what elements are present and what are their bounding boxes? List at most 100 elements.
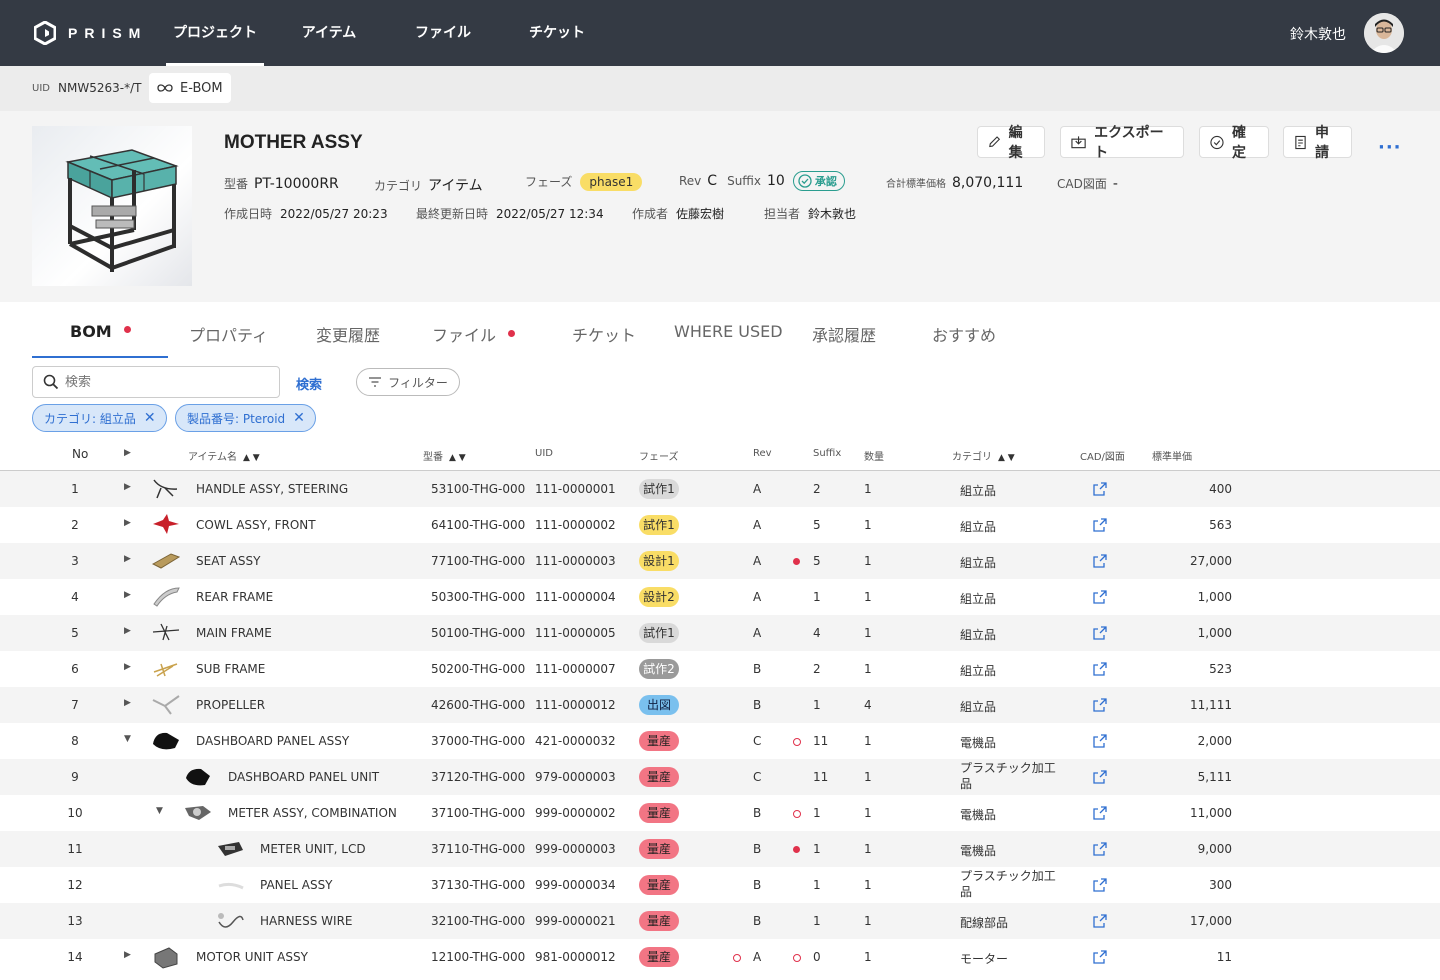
close-icon[interactable]: ✕: [144, 410, 156, 426]
item-name[interactable]: MAIN FRAME: [196, 626, 272, 640]
search-input[interactable]: [65, 374, 265, 390]
user-name[interactable]: 鈴木敦也: [1290, 24, 1346, 44]
part-thumbnail[interactable]: [151, 944, 181, 970]
part-thumbnail[interactable]: [151, 692, 181, 718]
chevron-right-icon[interactable]: ▶: [124, 590, 131, 600]
search-box[interactable]: [32, 366, 280, 398]
item-name[interactable]: HARNESS WIRE: [260, 914, 353, 928]
chevron-right-icon[interactable]: ▶: [124, 518, 131, 528]
item-name[interactable]: METER UNIT, LCD: [260, 842, 366, 856]
part-thumbnail[interactable]: [215, 836, 245, 862]
cad-link[interactable]: [1093, 877, 1107, 896]
avatar[interactable]: [1364, 13, 1404, 53]
item-name[interactable]: DASHBOARD PANEL ASSY: [196, 734, 349, 748]
item-name[interactable]: PANEL ASSY: [260, 878, 333, 892]
part-thumbnail[interactable]: [151, 476, 181, 502]
part-thumbnail[interactable]: [183, 764, 213, 790]
part-thumbnail[interactable]: [151, 656, 181, 682]
cad-link[interactable]: [1093, 553, 1107, 572]
tab-recommend[interactable]: おすすめ: [932, 322, 996, 346]
cad-link[interactable]: [1093, 697, 1107, 716]
chevron-right-icon[interactable]: ▶: [124, 698, 131, 708]
apply-button[interactable]: 申請: [1283, 125, 1352, 161]
item-name[interactable]: PROPELLER: [196, 698, 265, 712]
table-row[interactable]: 10 ▼ METER ASSY, COMBINATION 37100-THG-000 9…: [0, 795, 1440, 831]
cad-link[interactable]: [1093, 949, 1107, 968]
confirm-button[interactable]: 確定: [1199, 125, 1269, 161]
tab-change-history[interactable]: 変更履歴: [316, 322, 380, 346]
expand-all-icon[interactable]: ▶: [124, 448, 131, 458]
more-options-button[interactable]: ···: [1378, 137, 1402, 158]
chevron-down-icon[interactable]: ▼: [124, 734, 131, 744]
table-row[interactable]: 13 HARNESS WIRE 32100-THG-000 999-0000021 量産…: [0, 903, 1440, 939]
prism-logo[interactable]: PRISM: [34, 20, 147, 46]
table-row[interactable]: 2 ▶ COWL ASSY, FRONT 64100-THG-000 111-00000…: [0, 507, 1440, 543]
nav-files[interactable]: ファイル: [404, 0, 482, 66]
part-thumbnail[interactable]: [215, 872, 245, 898]
chevron-right-icon[interactable]: ▶: [124, 950, 131, 960]
cad-link[interactable]: [1093, 913, 1107, 932]
table-row[interactable]: 1 ▶ HANDLE ASSY, STEERING 53100-THG-000 111-…: [0, 471, 1440, 507]
edit-button[interactable]: 編集: [977, 125, 1045, 161]
uid-value[interactable]: NMW5263-*/T: [58, 81, 141, 95]
search-button[interactable]: 検索: [296, 374, 322, 393]
filter-button[interactable]: フィルター: [356, 368, 460, 396]
part-thumbnail[interactable]: [151, 620, 181, 646]
col-name[interactable]: アイテム名 ▲ ▼: [188, 448, 260, 463]
sort-icon[interactable]: ▲ ▼: [449, 453, 466, 463]
col-category[interactable]: カテゴリ ▲ ▼: [952, 448, 1015, 463]
close-icon[interactable]: ✕: [293, 410, 305, 426]
nav-item-items[interactable]: アイテム: [290, 0, 368, 66]
cad-link[interactable]: [1093, 589, 1107, 608]
table-row[interactable]: 6 ▶ SUB FRAME 50200-THG-000 111-0000007 試作2 B 2…: [0, 651, 1440, 687]
table-row[interactable]: 11 METER UNIT, LCD 37110-THG-000 999-000000…: [0, 831, 1440, 867]
tab-where-used[interactable]: WHERE USED: [674, 322, 783, 341]
sort-icon[interactable]: ▲ ▼: [998, 453, 1015, 463]
cad-link[interactable]: [1093, 517, 1107, 536]
sort-icon[interactable]: ▲ ▼: [243, 453, 260, 463]
table-row[interactable]: 7 ▶ PROPELLER 42600-THG-000 111-0000012 出図 B 1 4…: [0, 687, 1440, 723]
table-row[interactable]: 8 ▼ DASHBOARD PANEL ASSY 37000-THG-000 421-0…: [0, 723, 1440, 759]
table-row[interactable]: 5 ▶ MAIN FRAME 50100-THG-000 111-0000005 試作1 A…: [0, 615, 1440, 651]
chevron-right-icon[interactable]: ▶: [124, 554, 131, 564]
part-thumbnail[interactable]: [151, 548, 181, 574]
part-thumbnail[interactable]: [151, 728, 181, 754]
cad-link[interactable]: [1093, 625, 1107, 644]
table-row[interactable]: 9 DASHBOARD PANEL UNIT 37120-THG-000 979-00…: [0, 759, 1440, 795]
nav-tickets[interactable]: チケット: [518, 0, 596, 66]
cad-link[interactable]: [1093, 661, 1107, 680]
item-name[interactable]: METER ASSY, COMBINATION: [228, 806, 397, 820]
part-thumbnail[interactable]: [215, 908, 245, 934]
nav-project[interactable]: プロジェクト: [166, 0, 264, 66]
chevron-right-icon[interactable]: ▶: [124, 482, 131, 492]
tab-files[interactable]: ファイル: [432, 322, 516, 346]
cad-link[interactable]: [1093, 805, 1107, 824]
export-button[interactable]: エクスポート: [1060, 125, 1184, 161]
table-row[interactable]: 4 ▶ REAR FRAME 50300-THG-000 111-0000004 設計2 A…: [0, 579, 1440, 615]
item-name[interactable]: SUB FRAME: [196, 662, 265, 676]
cad-link[interactable]: [1093, 769, 1107, 788]
item-name[interactable]: DASHBOARD PANEL UNIT: [228, 770, 379, 784]
tab-tickets[interactable]: チケット: [572, 322, 636, 346]
chevron-right-icon[interactable]: ▶: [124, 626, 131, 636]
tab-properties[interactable]: プロパティ: [189, 322, 268, 346]
item-name[interactable]: HANDLE ASSY, STEERING: [196, 482, 348, 496]
table-row[interactable]: 3 ▶ SEAT ASSY 77100-THG-000 111-0000003 設計1 A 5…: [0, 543, 1440, 579]
cad-link[interactable]: [1093, 481, 1107, 500]
item-name[interactable]: SEAT ASSY: [196, 554, 260, 568]
tab-approval-history[interactable]: 承認履歴: [812, 322, 876, 346]
cad-link[interactable]: [1093, 733, 1107, 752]
chevron-right-icon[interactable]: ▶: [124, 662, 131, 672]
item-thumbnail[interactable]: [32, 126, 192, 286]
tab-bom[interactable]: BOM: [70, 322, 131, 341]
table-row[interactable]: 14 ▶ MOTOR UNIT ASSY 12100-THG-000 981-00000…: [0, 939, 1440, 975]
part-thumbnail[interactable]: [151, 584, 181, 610]
part-thumbnail[interactable]: [151, 512, 181, 538]
item-name[interactable]: MOTOR UNIT ASSY: [196, 950, 308, 964]
item-name[interactable]: COWL ASSY, FRONT: [196, 518, 316, 532]
chevron-down-icon[interactable]: ▼: [156, 806, 163, 816]
item-name[interactable]: REAR FRAME: [196, 590, 273, 604]
table-row[interactable]: 12 PANEL ASSY 37130-THG-000 999-0000034 量産 B 1…: [0, 867, 1440, 903]
part-thumbnail[interactable]: [183, 800, 213, 826]
col-model[interactable]: 型番 ▲ ▼: [423, 448, 466, 463]
